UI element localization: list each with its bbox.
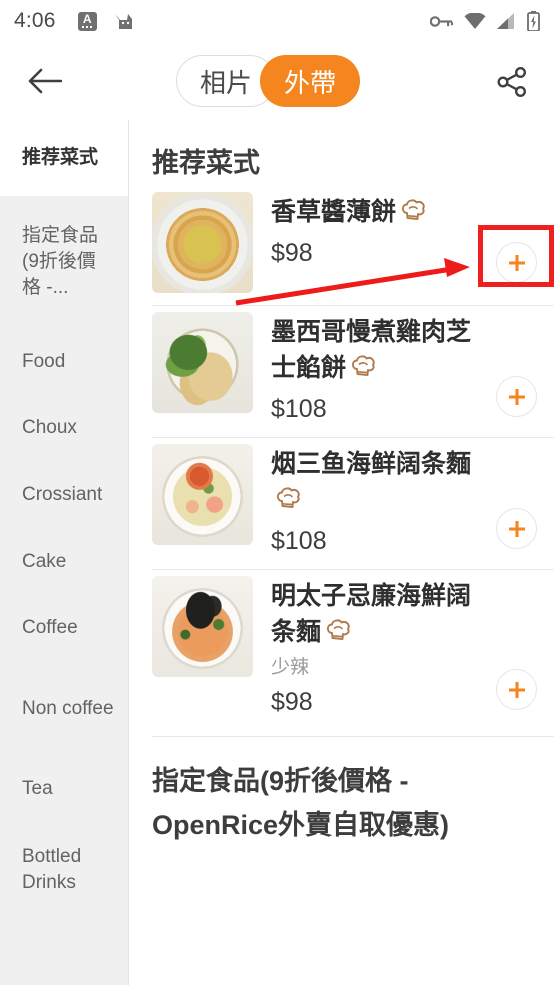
- sidebar-item-label: Coffee: [22, 617, 78, 638]
- plus-icon: [508, 520, 525, 537]
- sidebar-item-9[interactable]: Bottled Drinks: [0, 822, 128, 918]
- dish-name-text: 香草醬薄餅: [271, 198, 397, 226]
- app-notification-icon: A: [77, 11, 97, 31]
- back-button[interactable]: [14, 50, 76, 112]
- tab-takeaway[interactable]: 外帶: [260, 55, 361, 107]
- sidebar-item-3[interactable]: Choux: [0, 395, 128, 461]
- dish-photo: [152, 576, 253, 677]
- dish-photo: [152, 192, 253, 293]
- chef-hat-icon: [325, 617, 353, 653]
- dish-name: 香草醬薄餅: [271, 194, 484, 233]
- content-area: 推荐菜式 指定食品(9折後價格 -... Food Choux Crossiant Cak…: [0, 120, 554, 985]
- dish-row[interactable]: 香草醬薄餅 $98: [129, 192, 554, 293]
- status-right-icons: [430, 11, 540, 31]
- dish-row[interactable]: 明太子忌廉海鮮阔条麵少辣 $98: [129, 570, 554, 720]
- chef-hat-icon: [275, 485, 303, 521]
- category-sidebar[interactable]: 推荐菜式指定食品(9折後價格 -... Food Choux Crossiant Cak…: [0, 120, 129, 985]
- share-button[interactable]: [488, 58, 536, 106]
- app-root: 4:06 A 相片 外帶 推荐菜式 指定食品(9折後價格 -... Food C…: [0, 0, 554, 985]
- dish-photo: [152, 444, 253, 545]
- dish-note: 少辣: [271, 657, 310, 678]
- dish-name-text: 烟三鱼海鲜阔条麵: [271, 450, 472, 478]
- status-bar: 4:06 A: [0, 0, 554, 42]
- sidebar-item-5[interactable]: Cake: [0, 528, 128, 595]
- dish-row[interactable]: 墨西哥慢煮雞肉芝士餡餅 $108: [129, 306, 554, 427]
- sidebar-item-label: 推荐菜式: [22, 147, 99, 168]
- wifi-icon: [464, 12, 486, 29]
- plus-icon: [508, 681, 525, 698]
- add-to-cart-button[interactable]: [496, 242, 537, 283]
- add-to-cart-button[interactable]: [496, 669, 537, 710]
- dish-price: $98: [271, 239, 313, 267]
- dish-photo: [152, 312, 253, 413]
- dish-name: 烟三鱼海鲜阔条麵: [271, 446, 484, 521]
- sidebar-item-6[interactable]: Coffee: [0, 595, 128, 661]
- sidebar-item-label: Tea: [22, 778, 53, 799]
- dish-row[interactable]: 烟三鱼海鲜阔条麵 $108: [129, 438, 554, 559]
- section-header-designated-items: 指定食品(9折後價格 - OpenRice外賣自取優惠): [152, 766, 450, 840]
- sidebar-item-label: Choux: [22, 417, 77, 438]
- sidebar-item-1[interactable]: 指定食品(9折後價格 -...: [0, 196, 128, 328]
- chef-hat-icon: [400, 197, 428, 233]
- plus-icon: [508, 388, 525, 405]
- plus-icon: [508, 254, 525, 271]
- dish-name-text: 明太子忌廉海鮮阔条麵: [271, 582, 472, 646]
- sidebar-item-0[interactable]: 推荐菜式: [0, 120, 128, 196]
- sidebar-item-7[interactable]: Non coffee: [0, 661, 128, 756]
- view-mode-segmented-control: 相片 外帶: [176, 55, 361, 107]
- cellular-signal-icon: [497, 12, 514, 29]
- status-left-icons: A: [77, 11, 134, 31]
- menu-list-panel[interactable]: 推荐菜式 香草醬薄餅 $98 墨西哥慢煮雞肉芝士餡餅 $108 烟三鱼海鲜阔条麵 $108…: [129, 120, 554, 985]
- cat-notification-icon: [114, 14, 132, 29]
- chef-hat-icon: [350, 353, 378, 389]
- share-icon: [497, 66, 527, 98]
- sidebar-item-4[interactable]: Crossiant: [0, 461, 128, 528]
- dish-price: $98: [271, 688, 313, 716]
- dish-name: 墨西哥慢煮雞肉芝士餡餅: [271, 314, 484, 389]
- add-to-cart-button[interactable]: [496, 508, 537, 549]
- add-to-cart-button[interactable]: [496, 376, 537, 417]
- vpn-key-icon: [430, 15, 453, 27]
- sidebar-item-8[interactable]: Tea: [0, 756, 128, 822]
- sidebar-item-2[interactable]: Food: [0, 328, 128, 395]
- back-arrow-icon: [28, 68, 62, 94]
- dish-price: $108: [271, 527, 327, 555]
- sidebar-item-label: Crossiant: [22, 483, 103, 505]
- battery-charging-icon: [527, 11, 540, 31]
- sidebar-item-label: Food: [22, 350, 66, 372]
- status-clock: 4:06: [14, 9, 56, 32]
- top-app-bar: 相片 外帶: [0, 42, 554, 120]
- dish-list: 香草醬薄餅 $98 墨西哥慢煮雞肉芝士餡餅 $108 烟三鱼海鲜阔条麵 $108 明太子忌廉…: [129, 192, 554, 737]
- section-header-recommended: 推荐菜式: [129, 120, 554, 200]
- dish-price: $108: [271, 395, 327, 423]
- sidebar-item-label: Cake: [22, 550, 67, 572]
- dish-name: 明太子忌廉海鮮阔条麵: [271, 578, 484, 653]
- sidebar-item-label: Bottled Drinks: [22, 846, 82, 893]
- sidebar-item-label: 指定食品(9折後價格 -...: [22, 225, 99, 298]
- sidebar-item-label: Non coffee: [22, 697, 114, 719]
